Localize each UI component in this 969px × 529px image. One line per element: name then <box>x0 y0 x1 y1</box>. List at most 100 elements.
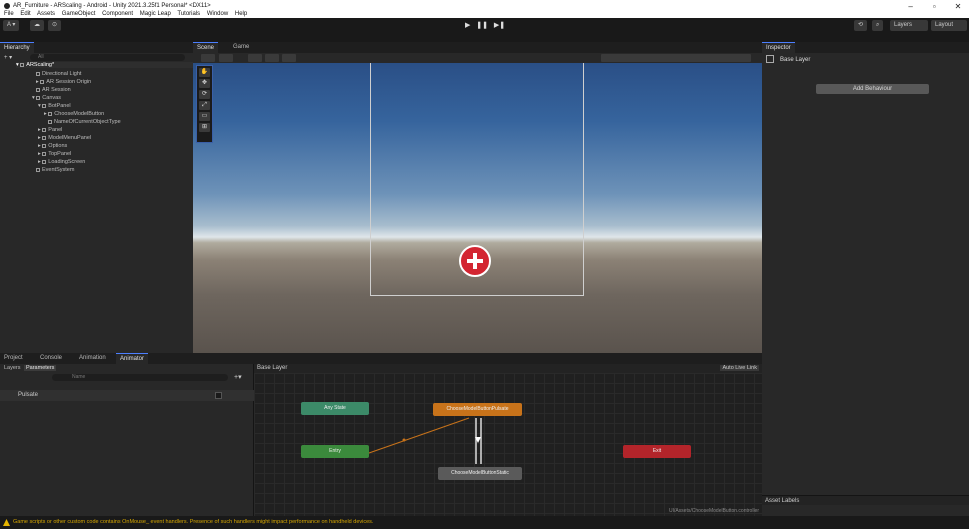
gameobject-icon <box>42 143 47 148</box>
hierarchy-item[interactable]: ▸ LoadingScreen <box>38 159 85 165</box>
menu-file[interactable]: File <box>4 11 14 17</box>
maximize-button[interactable]: ▫ <box>923 0 945 14</box>
cloud-icon[interactable]: ☁ <box>30 20 44 31</box>
rect-tool-icon[interactable]: ▭ <box>199 112 210 121</box>
tab-hierarchy[interactable]: Hierarchy <box>0 42 34 53</box>
close-button[interactable]: ✕ <box>947 0 969 14</box>
gameobject-icon <box>40 79 45 84</box>
hierarchy-item[interactable]: ▸ AR Session Origin <box>36 79 91 85</box>
pause-button[interactable]: ❚❚ <box>476 20 488 31</box>
account-button[interactable]: A ▾ <box>3 20 20 31</box>
warning-icon <box>3 519 10 526</box>
state-any-state[interactable]: Any State <box>301 402 369 415</box>
hierarchy-item[interactable]: ▾ BotPanel <box>38 103 71 109</box>
auto-live-link-button[interactable]: Auto Live Link <box>720 365 759 371</box>
parameter-search-input[interactable]: Name <box>52 374 228 381</box>
add-parameter-button[interactable]: +▾ <box>234 373 242 381</box>
menu-help[interactable]: Help <box>235 11 247 17</box>
add-model-button[interactable] <box>459 245 491 277</box>
snap-toggle-icon[interactable] <box>265 54 279 62</box>
window-controls: – ▫ ✕ <box>900 0 969 18</box>
inspector-tabbar: Inspector <box>762 42 969 53</box>
tab-scene[interactable]: Scene <box>193 42 219 53</box>
state-choose-model-button-static[interactable]: ChooseModelButtonStatic <box>438 467 522 480</box>
hierarchy-search-input[interactable]: All <box>30 54 185 61</box>
menu-edit[interactable]: Edit <box>20 11 30 17</box>
window-title-bar: AR_Furniture - ARScaling - Android - Uni… <box>0 0 969 18</box>
tab-game[interactable]: Game <box>229 42 253 53</box>
gameobject-icon <box>36 95 41 100</box>
hierarchy-tabbar: Hierarchy <box>0 42 193 53</box>
scene-root-row[interactable]: ▾ ARScaling* <box>16 62 193 68</box>
entry-transition-line <box>368 417 470 454</box>
menu-gameobject[interactable]: GameObject <box>62 11 96 17</box>
hierarchy-item[interactable]: ▸ Panel <box>38 127 62 133</box>
tab-inspector[interactable]: Inspector <box>762 42 795 53</box>
hierarchy-item-label: ModelMenuPanel <box>48 135 92 141</box>
hierarchy-item[interactable]: ▸ TopPanel <box>38 151 71 157</box>
animator-sidebar: Layers Parameters Name +▾ Pulsate <box>0 364 254 516</box>
menu-assets[interactable]: Assets <box>37 11 55 17</box>
step-button[interactable]: ▶❚ <box>494 20 505 31</box>
parameter-trigger-checkbox[interactable] <box>215 392 222 399</box>
tab-parameters[interactable]: Parameters <box>24 365 57 371</box>
main-toolbar: A ▾ ☁ ⊙ ▶ ❚❚ ▶❚ ⟲ ⌕ Layers Layout <box>0 18 969 33</box>
hierarchy-item-label: Canvas <box>42 95 61 101</box>
tab-layers[interactable]: Layers <box>4 365 21 371</box>
menu-tutorials[interactable]: Tutorials <box>177 11 200 17</box>
hierarchy-item[interactable]: NameOfCurrentObjectType <box>48 119 121 125</box>
hierarchy-item[interactable]: Directional Light <box>36 71 81 77</box>
state-exit[interactable]: Exit <box>623 445 691 458</box>
animator-panel: Project Console Animation Animator Layer… <box>0 353 762 516</box>
hierarchy-item[interactable]: ▸ ModelMenuPanel <box>38 135 91 141</box>
layers-dropdown[interactable]: Layers <box>890 20 928 31</box>
menu-window[interactable]: Window <box>207 11 228 17</box>
hierarchy-item-label: AR Session Origin <box>46 79 92 85</box>
scene-viewport[interactable]: ✋ ✥ ⟳ ⤢ ▭ ⊞ <box>193 63 762 353</box>
add-object-button[interactable]: + ▾ <box>4 54 12 61</box>
collab-icon[interactable]: ⊙ <box>48 20 62 31</box>
hierarchy-item-label: TopPanel <box>48 151 72 157</box>
tab-console[interactable]: Console <box>36 353 66 364</box>
tab-animation[interactable]: Animation <box>75 353 110 364</box>
play-button[interactable]: ▶ <box>465 20 470 31</box>
scene-tabbar: Scene Game <box>193 42 762 53</box>
layer-breadcrumb[interactable]: Base Layer <box>257 365 287 371</box>
minimize-button[interactable]: – <box>900 0 922 14</box>
hand-tool-icon[interactable]: ✋ <box>199 68 210 77</box>
move-tool-icon[interactable]: ✥ <box>199 79 210 88</box>
status-message[interactable]: Game scripts or other custom code contai… <box>13 519 373 525</box>
scene-view-options[interactable] <box>601 54 751 62</box>
hierarchy-item[interactable]: ▸ ChooseModelButton <box>44 111 104 117</box>
add-behaviour-button[interactable]: Add Behaviour <box>816 84 929 94</box>
transform-tool-icon[interactable]: ⊞ <box>199 123 210 132</box>
pivot-toggle-icon[interactable] <box>219 54 233 62</box>
state-choose-model-button-pulsate[interactable]: ChooseModelButtonPulsate <box>433 403 522 416</box>
hierarchy-item[interactable]: AR Session <box>36 87 71 93</box>
state-machine-icon <box>766 55 774 63</box>
grid-toggle-icon[interactable] <box>248 54 262 62</box>
tab-project[interactable]: Project <box>0 353 27 364</box>
play-controls: ▶ ❚❚ ▶❚ <box>462 20 508 31</box>
asset-labels-title: Asset Labels <box>765 498 800 504</box>
layout-dropdown[interactable]: Layout <box>931 20 967 31</box>
parameter-row[interactable]: Pulsate <box>0 390 254 401</box>
gizmo-toggle-icon[interactable] <box>201 54 215 62</box>
hierarchy-item-label: BotPanel <box>48 103 71 109</box>
history-icon[interactable]: ⟲ <box>854 20 868 31</box>
state-entry[interactable]: Entry <box>301 445 369 458</box>
gameobject-icon <box>42 135 47 140</box>
hierarchy-item[interactable]: EventSystem <box>36 167 74 173</box>
menu-component[interactable]: Component <box>102 11 133 17</box>
state-machine-graph[interactable]: Any State ChooseModelButtonPulsate Entry… <box>254 373 762 516</box>
tab-animator[interactable]: Animator <box>116 353 149 364</box>
search-icon[interactable]: ⌕ <box>872 20 884 31</box>
hierarchy-item[interactable]: ▸ Options <box>38 143 67 149</box>
gameobject-icon <box>36 71 40 76</box>
rotate-tool-icon[interactable]: ⟳ <box>199 90 210 99</box>
menu-magic-leap[interactable]: Magic Leap <box>140 11 171 17</box>
hierarchy-item-label: AR Session <box>42 87 71 93</box>
hierarchy-item[interactable]: ▾ Canvas <box>32 95 61 101</box>
scale-tool-icon[interactable]: ⤢ <box>199 101 210 110</box>
increment-snap-icon[interactable] <box>282 54 296 62</box>
